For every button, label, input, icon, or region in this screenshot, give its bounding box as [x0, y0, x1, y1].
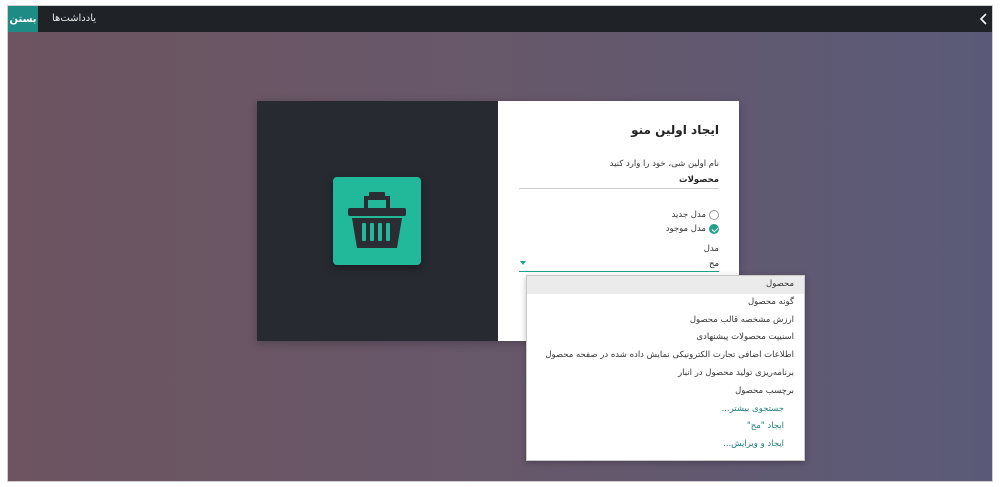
dropdown-option[interactable]: گونه محصول: [527, 294, 804, 312]
name-field-label: نام اولین شی، خود را وارد کنید: [609, 159, 719, 169]
create-and-edit-link[interactable]: ایجاد و ویرایش...: [527, 436, 804, 454]
dialog-title: ایجاد اولین منو: [631, 123, 719, 137]
shopping-basket-icon: [348, 192, 406, 248]
radio-existing-model-label: مدل موجود: [665, 224, 706, 234]
radio-existing-model[interactable]: مدل موجود: [666, 224, 719, 234]
radio-new-model-label: مدل جدید: [671, 210, 706, 220]
name-field-underline: [519, 188, 719, 189]
dropdown-option[interactable]: محصول: [527, 276, 804, 294]
dropdown-caret-icon[interactable]: [520, 261, 526, 265]
close-button[interactable]: بستن: [8, 6, 38, 32]
chevron-left-icon[interactable]: [978, 12, 990, 26]
dialog-illustration-panel: [257, 101, 498, 341]
dropdown-option[interactable]: ارزش مشخصه قالب محصول: [527, 312, 804, 330]
app-icon-tile: [333, 177, 421, 265]
radio-unchecked-icon[interactable]: [709, 210, 719, 220]
screen-frame: بستن یادداشت‌ها ایجاد اولین: [7, 5, 993, 482]
name-field-input[interactable]: محصولات: [679, 175, 719, 185]
dropdown-option[interactable]: اسنیپت محصولات پیشنهادی: [527, 329, 804, 347]
create-option-link[interactable]: ایجاد "مح": [527, 418, 804, 436]
dropdown-option[interactable]: برچسب محصول: [527, 383, 804, 401]
radio-checked-icon[interactable]: [709, 224, 719, 234]
top-bar: بستن یادداشت‌ها: [8, 6, 992, 32]
model-field-label: مدل: [703, 244, 719, 254]
model-search-input[interactable]: [519, 256, 719, 272]
dropdown-option[interactable]: اطلاعات اضافی تجارت الکترونیکی نمایش داد…: [527, 347, 804, 365]
radio-new-model[interactable]: مدل جدید: [672, 210, 719, 220]
dropdown-option[interactable]: برنامه‌ریزی تولید محصول در انبار: [527, 365, 804, 383]
search-more-link[interactable]: جستجوی بیشتر...: [527, 401, 804, 419]
model-autocomplete-dropdown: محصول گونه محصول ارزش مشخصه قالب محصول ا…: [526, 275, 805, 461]
notes-menu[interactable]: یادداشت‌ها: [52, 6, 96, 32]
